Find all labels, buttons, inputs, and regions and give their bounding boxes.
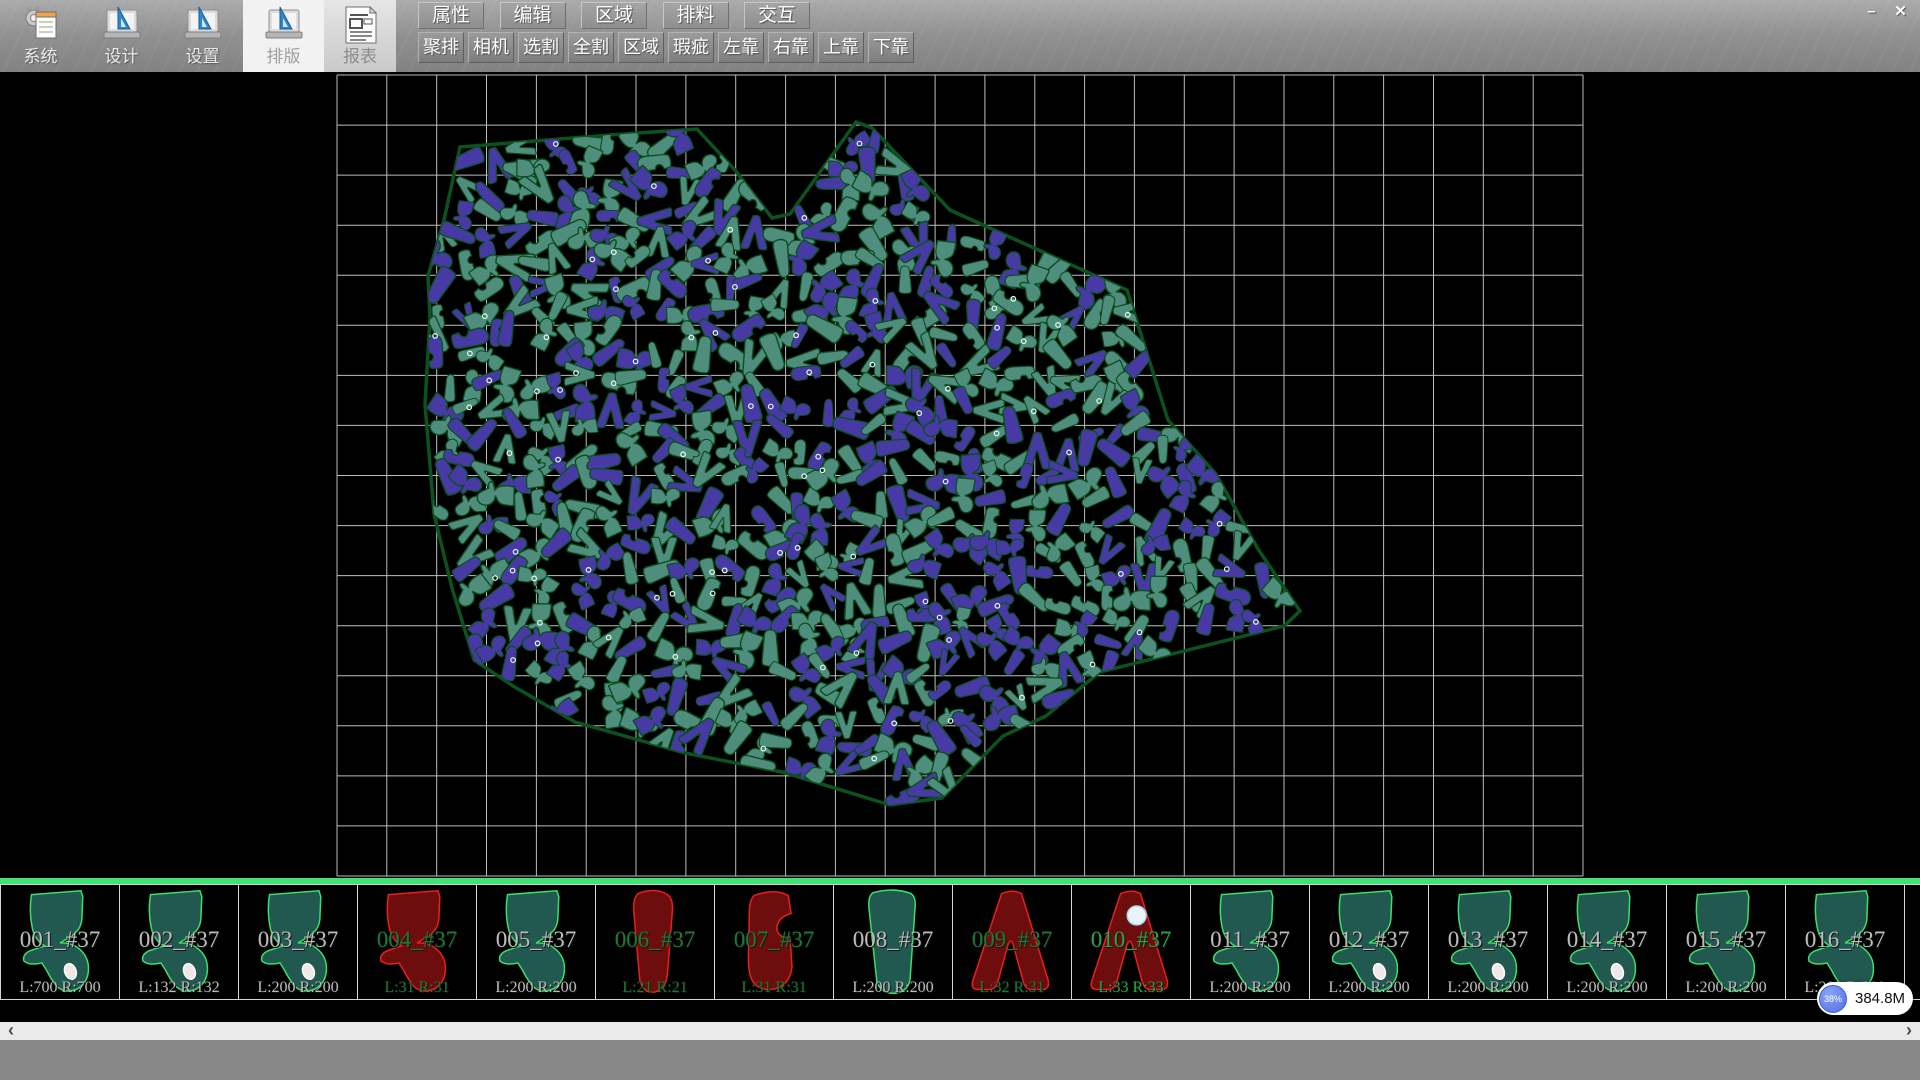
tool-button-8[interactable]: 右靠	[768, 32, 814, 63]
tool-button-7[interactable]: 左靠	[718, 32, 764, 63]
piece-thumbnail[interactable]: 005_#37 L:200 R:200	[476, 884, 596, 1000]
piece-lr-count-label: L:200 R:200	[1429, 979, 1547, 997]
piece-thumbnail[interactable]: 011_#37 L:200 R:200	[1190, 884, 1310, 1000]
piece-lr-count-label: L:200 R:200	[1667, 979, 1785, 997]
piece-lr-count-label: L:21 R:21	[596, 979, 714, 997]
nesting-canvas-svg	[0, 72, 1920, 878]
piece-thumbnail[interactable]: 009_#37 L:32 R:31	[952, 884, 1072, 1000]
tool-button-6[interactable]: 瑕疵	[668, 32, 714, 63]
piece-lr-count-label: L:200 R:200	[239, 979, 357, 997]
progress-percent-badge: 38%	[1819, 985, 1847, 1013]
piece-lr-count-label: L:31 R:31	[715, 979, 833, 997]
piece-thumbnail[interactable]: 004_#37 L:31 R:31	[357, 884, 477, 1000]
piece-name-label: 015_#37	[1667, 927, 1785, 953]
piece-lr-count-label: L:132 R:132	[120, 979, 238, 997]
status-badge: 38% 384.8M	[1817, 982, 1913, 1015]
piece-lr-count-label: L:32 R:31	[953, 979, 1071, 997]
piece-name-label: 004_#37	[358, 927, 476, 953]
tool-button-10[interactable]: 下靠	[868, 32, 914, 63]
horizontal-scrollbar[interactable]: ‹ ›	[0, 1022, 1920, 1040]
piece-lr-count-label: L:31 R:31	[358, 979, 476, 997]
settings-icon	[181, 3, 225, 47]
piece-name-label: 003_#37	[239, 927, 357, 953]
piece-name-label: 017_#37	[1905, 927, 1920, 953]
piece-name-label: 014_#37	[1548, 927, 1666, 953]
app-window: 系统设计设置排版报表 属性编辑区域排料交互 聚排相机选割全割区域瑕疵左靠右靠上靠…	[0, 0, 1920, 1080]
piece-thumbnail[interactable]: 014_#37 L:200 R:200	[1547, 884, 1667, 1000]
piece-thumbnail[interactable]: 012_#37 L:200 R:200	[1309, 884, 1429, 1000]
piece-name-label: 011_#37	[1191, 927, 1309, 953]
piece-thumbnail-strip: 001_#37L:700 R:700002_#37L:132 R:132003_…	[0, 884, 1920, 1002]
app-button-4[interactable]: 排版	[243, 0, 324, 72]
piece-thumbnail[interactable]: 002_#37 L:132 R:132	[119, 884, 239, 1000]
close-button[interactable]: ✕	[1888, 2, 1913, 22]
scroll-right-arrow-icon[interactable]: ›	[1900, 1022, 1918, 1040]
scroll-left-arrow-icon[interactable]: ‹	[2, 1022, 20, 1040]
bottom-gap	[0, 1002, 1920, 1022]
piece-thumbnail[interactable]: 008_#37 L:200 R:200	[833, 884, 953, 1000]
memory-usage-label: 384.8M	[1855, 990, 1905, 1007]
piece-name-label: 002_#37	[120, 927, 238, 953]
piece-thumbnail[interactable]: 015_#37 L:200 R:200	[1666, 884, 1786, 1000]
piece-thumbnail[interactable]: 001_#37 L:700 R:700	[0, 884, 120, 1000]
app-button-5[interactable]: 报表	[324, 0, 396, 72]
tool-button-3[interactable]: 选割	[518, 32, 564, 63]
tool-button-2[interactable]: 相机	[468, 32, 514, 63]
nesting-canvas[interactable]	[0, 72, 1920, 878]
app-button-label: 排版	[243, 47, 324, 67]
app-button-label: 系统	[0, 47, 81, 67]
tool-button-5[interactable]: 区域	[618, 32, 664, 63]
menu-tab-5[interactable]: 交互	[744, 2, 810, 29]
menu-tab-2[interactable]: 编辑	[500, 2, 566, 29]
piece-thumbnail[interactable]: 013_#37 L:200 R:200	[1428, 884, 1548, 1000]
layout-icon	[262, 3, 306, 47]
app-button-2[interactable]: 设计	[81, 0, 162, 72]
minimize-button[interactable]: –	[1859, 2, 1884, 22]
menu-tab-1[interactable]: 属性	[418, 2, 484, 29]
piece-lr-count-label: L:200 R:200	[1191, 979, 1309, 997]
app-button-3[interactable]: 设置	[162, 0, 243, 72]
design-icon	[100, 3, 144, 47]
piece-lr-count-label: L:200 R:200	[477, 979, 595, 997]
piece-name-label: 013_#37	[1429, 927, 1547, 953]
piece-lr-count-label: L:700 R:700	[1, 979, 119, 997]
menu-tab-3[interactable]: 区域	[581, 2, 647, 29]
piece-name-label: 009_#37	[953, 927, 1071, 953]
tool-button-9[interactable]: 上靠	[818, 32, 864, 63]
piece-name-label: 008_#37	[834, 927, 952, 953]
window-bottom-bar	[0, 1040, 1920, 1080]
tool-button-1[interactable]: 聚排	[418, 32, 464, 63]
piece-name-label: 010_#37	[1072, 927, 1190, 953]
piece-name-label: 006_#37	[596, 927, 714, 953]
app-button-1[interactable]: 系统	[0, 0, 81, 72]
piece-thumbnail[interactable]: 006_#37 L:21 R:21	[595, 884, 715, 1000]
piece-name-label: 005_#37	[477, 927, 595, 953]
piece-lr-count-label: L:33 R:33	[1072, 979, 1190, 997]
app-button-label: 报表	[324, 47, 396, 67]
system-icon	[19, 3, 63, 47]
app-button-label: 设置	[162, 47, 243, 67]
app-button-label: 设计	[81, 47, 162, 67]
piece-lr-count-label: L:200 R:200	[834, 979, 952, 997]
tool-button-4[interactable]: 全割	[568, 32, 614, 63]
menu-tab-4[interactable]: 排料	[663, 2, 729, 29]
piece-thumbnail[interactable]: 007_#37 L:31 R:31	[714, 884, 834, 1000]
piece-name-label: 016_#37	[1786, 927, 1904, 953]
piece-lr-count-label: L:200 R:200	[1548, 979, 1666, 997]
piece-lr-count-label: L:200 R:200	[1310, 979, 1428, 997]
piece-thumbnail[interactable]: 010_#37 L:33 R:33	[1071, 884, 1191, 1000]
titlebar-toolbar: 系统设计设置排版报表 属性编辑区域排料交互 聚排相机选割全割区域瑕疵左靠右靠上靠…	[0, 0, 1920, 72]
piece-thumbnail[interactable]: 003_#37 L:200 R:200	[238, 884, 358, 1000]
report-icon	[338, 3, 382, 47]
piece-name-label: 012_#37	[1310, 927, 1428, 953]
piece-name-label: 007_#37	[715, 927, 833, 953]
piece-thumbnail[interactable]: 017_#37L:200 R:200	[1904, 884, 1920, 1000]
piece-name-label: 001_#37	[1, 927, 119, 953]
